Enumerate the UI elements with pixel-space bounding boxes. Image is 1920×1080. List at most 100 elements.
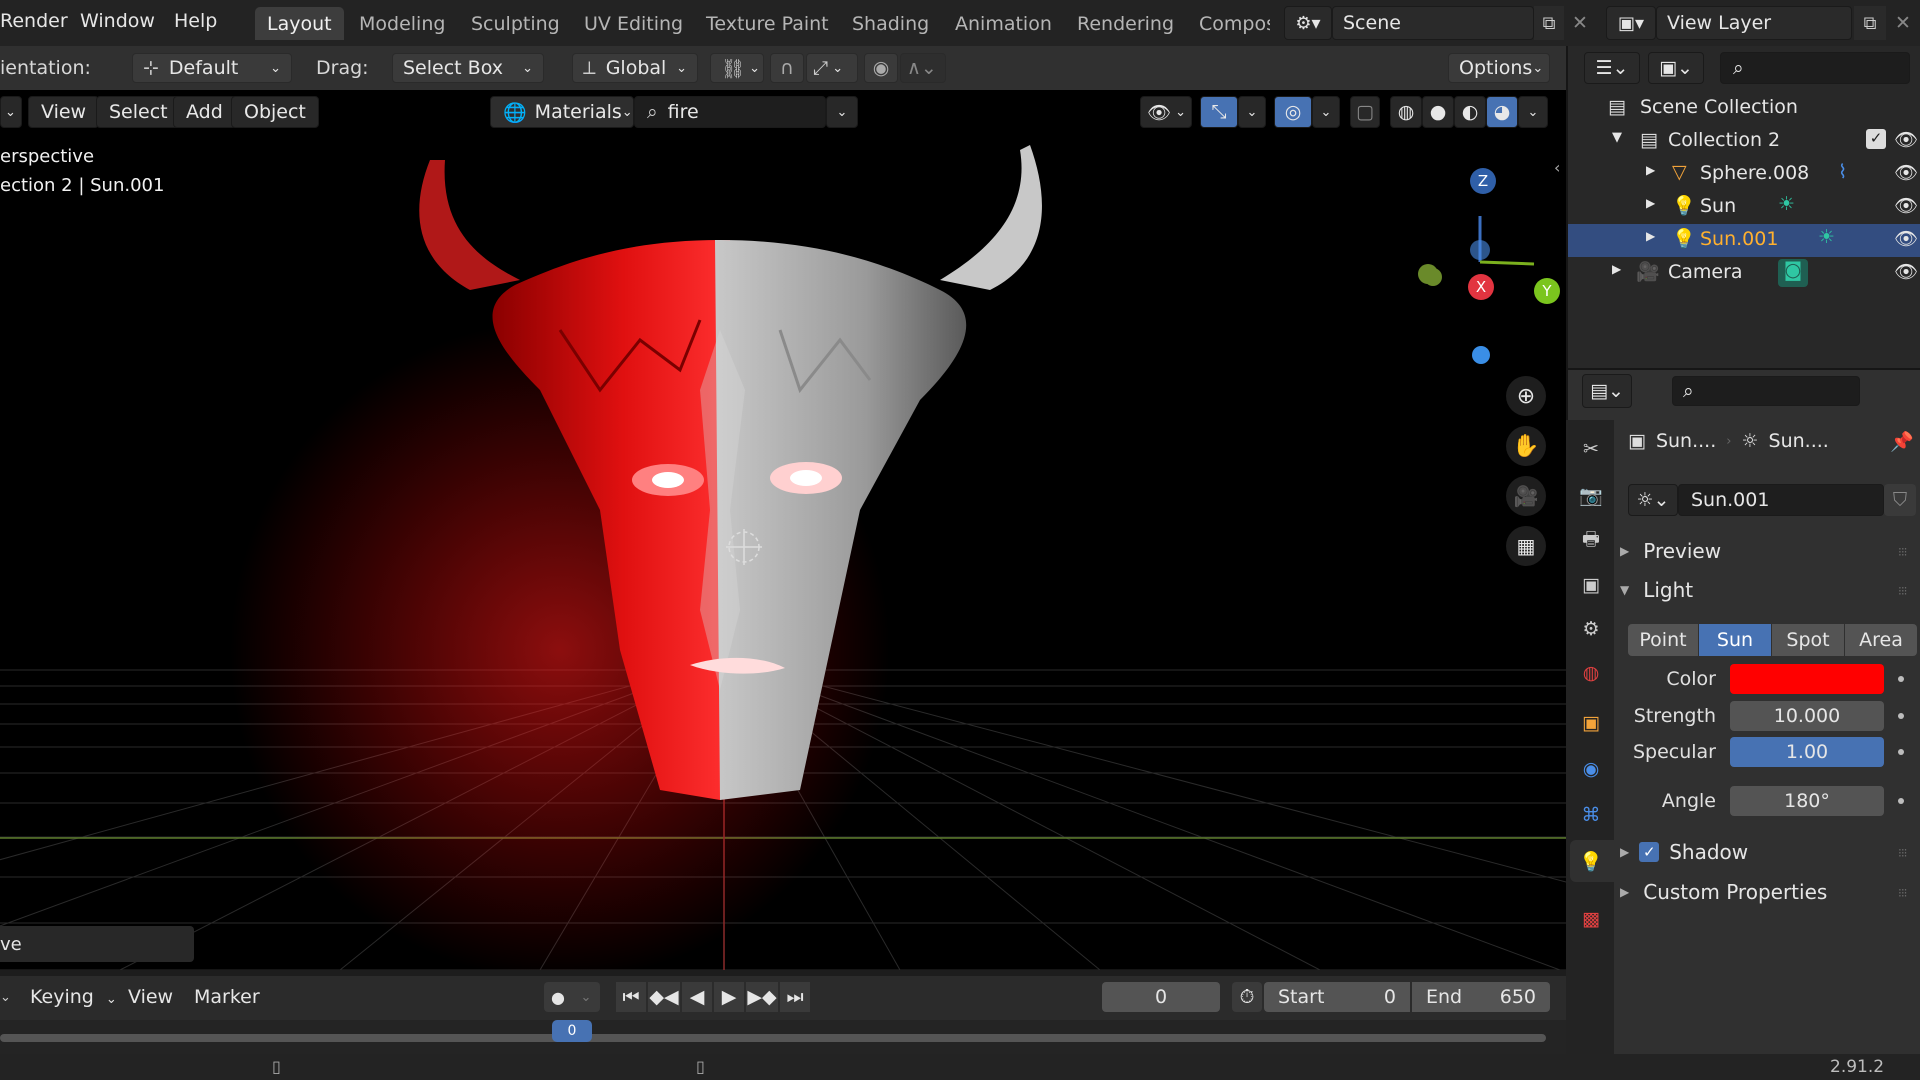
tab-texture-paint[interactable]: Texture Paint bbox=[694, 7, 841, 40]
menu-window[interactable]: Window bbox=[80, 10, 155, 32]
drag-grip[interactable]: ⁝⁝⁝ bbox=[1898, 584, 1908, 598]
timeline-view-menu[interactable]: View bbox=[128, 986, 173, 1008]
view-menu[interactable]: View bbox=[28, 96, 100, 128]
jump-end-button[interactable]: ⏭ bbox=[780, 982, 810, 1012]
exclude-checkbox[interactable]: ✓ bbox=[1866, 129, 1886, 149]
material-search-input[interactable]: ⌕ fire bbox=[634, 96, 826, 128]
strength-field[interactable]: 10.000 bbox=[1730, 701, 1884, 731]
tab-rendering[interactable]: Rendering bbox=[1065, 7, 1186, 40]
play-reverse-button[interactable]: ◀ bbox=[682, 982, 712, 1012]
material-shading-button[interactable]: ◐ bbox=[1454, 96, 1486, 128]
shading-dropdown[interactable]: ⌄ bbox=[1518, 96, 1548, 128]
add-menu[interactable]: Add bbox=[173, 96, 236, 128]
light-data-browse[interactable]: ☼⌄ bbox=[1628, 484, 1678, 516]
keyframe-dot[interactable] bbox=[1898, 749, 1904, 755]
jump-start-button[interactable]: ⏮ bbox=[616, 982, 646, 1012]
menu-help[interactable]: Help bbox=[174, 10, 217, 32]
delete-scene-button[interactable]: ✕ bbox=[1566, 6, 1594, 40]
light-data-name-field[interactable]: Sun.001 bbox=[1678, 484, 1884, 516]
angle-field[interactable]: 180° bbox=[1730, 786, 1884, 816]
eye-icon[interactable]: 👁 bbox=[1894, 128, 1918, 151]
keyframe-dot[interactable] bbox=[1898, 713, 1904, 719]
outliner-row-sphere[interactable]: ▶ ▽ Sphere.008 ⌇ 👁 bbox=[1568, 158, 1920, 191]
playhead[interactable]: 0 bbox=[552, 1020, 592, 1042]
view-layer-name-field[interactable]: View Layer bbox=[1656, 6, 1852, 40]
next-keyframe-button[interactable]: ▶◆ bbox=[746, 982, 778, 1012]
snap-target-dropdown[interactable]: ⤢ ⌄ bbox=[806, 53, 858, 83]
gizmo-neg-y-axis[interactable] bbox=[1424, 268, 1442, 286]
eye-icon[interactable]: 👁 bbox=[1894, 161, 1918, 184]
scene-name-field[interactable]: Scene bbox=[1332, 6, 1534, 40]
frame-ruler[interactable]: 0 bbox=[0, 1020, 1566, 1054]
gizmo-neg-z-axis[interactable] bbox=[1472, 346, 1490, 364]
drag-grip[interactable]: ⁝⁝⁝ bbox=[1898, 886, 1908, 900]
properties-search-input[interactable]: ⌕ bbox=[1672, 376, 1860, 406]
tab-uv-editing[interactable]: UV Editing bbox=[572, 7, 695, 40]
editor-type-button[interactable]: ⌄ bbox=[0, 96, 22, 128]
camera-view-button[interactable]: 🎥 bbox=[1506, 476, 1546, 516]
preview-panel-header[interactable]: ▶ Preview bbox=[1620, 533, 1920, 569]
outliner-row-camera[interactable]: ▶ 🎥 Camera ◙ 👁 bbox=[1568, 257, 1920, 290]
eye-icon[interactable]: 👁 bbox=[1894, 260, 1918, 283]
new-scene-button[interactable]: ⧉ bbox=[1534, 6, 1564, 40]
light-panel-header[interactable]: ▼ Light bbox=[1620, 572, 1920, 608]
object-menu[interactable]: Object bbox=[231, 96, 319, 128]
tab-object[interactable]: ▣ bbox=[1576, 708, 1606, 738]
outliner-row-scene-collection[interactable]: ▤ Scene Collection bbox=[1568, 92, 1920, 125]
gizmo-dropdown[interactable]: ⌄ bbox=[1238, 96, 1266, 128]
marker-menu[interactable]: Marker bbox=[194, 986, 260, 1008]
delete-view-layer-button[interactable]: ✕ bbox=[1888, 6, 1918, 40]
autokey-toggle[interactable]: ● bbox=[544, 982, 572, 1012]
tab-constraints[interactable]: ⌘ bbox=[1576, 800, 1606, 830]
outliner-row-sun-001[interactable]: ▶ 💡 Sun.001 ☀ 👁 bbox=[1568, 224, 1920, 257]
custom-properties-panel-header[interactable]: ▶ Custom Properties bbox=[1620, 874, 1920, 910]
tab-scene[interactable]: ⚙ bbox=[1576, 614, 1606, 644]
drag-dropdown[interactable]: Select Box ⌄ bbox=[392, 53, 544, 83]
zoom-button[interactable]: ⊕ bbox=[1506, 376, 1546, 416]
rendered-shading-button[interactable]: ◕ bbox=[1486, 96, 1518, 128]
tab-layout[interactable]: Layout bbox=[255, 7, 344, 40]
tab-compositing[interactable]: Compos bbox=[1187, 7, 1270, 40]
outliner-filter-dropdown[interactable]: ▣⌄ bbox=[1648, 52, 1704, 84]
snap-toggle[interactable]: ∩ bbox=[770, 53, 804, 83]
tab-shading[interactable]: Shading bbox=[840, 7, 941, 40]
proportional-edit-toggle[interactable]: ◉ bbox=[864, 53, 898, 83]
menu-render[interactable]: Render bbox=[0, 10, 68, 32]
eye-icon[interactable]: 👁 bbox=[1894, 227, 1918, 250]
specular-slider[interactable]: 1.00 bbox=[1730, 737, 1884, 767]
ortho-toggle-button[interactable]: ▦ bbox=[1506, 526, 1546, 566]
shadow-panel-header[interactable]: ▶ ✓ Shadow bbox=[1620, 834, 1920, 870]
tab-render[interactable]: 📷 bbox=[1576, 480, 1606, 510]
material-filter-dropdown[interactable]: 🌐 Materials ⌄ bbox=[490, 96, 634, 128]
timeline-editor-type[interactable]: ⌄ bbox=[0, 982, 18, 1012]
play-button[interactable]: ▶ bbox=[714, 982, 744, 1012]
outliner-display-mode[interactable]: ☰⌄ bbox=[1584, 52, 1640, 84]
pan-button[interactable]: ✋ bbox=[1506, 426, 1546, 466]
select-menu[interactable]: Select bbox=[96, 96, 181, 128]
drag-grip[interactable]: ⁝⁝⁝ bbox=[1898, 545, 1908, 559]
overlays-dropdown[interactable]: ⌄ bbox=[1312, 96, 1340, 128]
scene-browse-button[interactable]: ⚙▾ bbox=[1284, 6, 1332, 40]
last-operator-panel[interactable]: ve bbox=[0, 926, 194, 962]
tab-light-data[interactable]: 💡 bbox=[1576, 846, 1606, 876]
end-frame-field[interactable]: End 650 bbox=[1412, 982, 1550, 1012]
keyframe-dot[interactable] bbox=[1898, 676, 1904, 682]
expand-right-icon[interactable]: ▶ bbox=[1646, 196, 1655, 210]
3d-viewport[interactable]: ⌄ View Select Add Object 🌐 Materials ⌄ ⌕… bbox=[0, 90, 1566, 970]
light-type-area[interactable]: Area bbox=[1845, 624, 1917, 656]
gizmo-z-axis[interactable]: Z bbox=[1470, 168, 1496, 194]
gizmo-toggle[interactable]: ⤡ bbox=[1200, 96, 1238, 128]
tab-physics[interactable]: ◉ bbox=[1576, 754, 1606, 784]
pivot-dropdown[interactable]: ⛓ ⌄ bbox=[710, 53, 764, 83]
pin-icon[interactable]: 📌 bbox=[1890, 430, 1914, 453]
light-type-sun[interactable]: Sun bbox=[1699, 624, 1771, 656]
expand-down-icon[interactable]: ▼ bbox=[1612, 130, 1622, 145]
xray-toggle[interactable]: ▢ bbox=[1350, 96, 1380, 128]
autokey-dropdown[interactable]: ⌄ bbox=[572, 982, 600, 1012]
expand-right-icon[interactable]: ▶ bbox=[1646, 163, 1655, 177]
gizmo-y-axis[interactable]: Y bbox=[1534, 278, 1560, 304]
gizmo-x-axis[interactable]: X bbox=[1468, 274, 1494, 300]
transform-orientation-dropdown[interactable]: ⟂ Global ⌄ bbox=[572, 53, 698, 83]
visibility-dropdown[interactable]: 👁 ⌄ bbox=[1140, 96, 1192, 128]
preview-range-toggle[interactable]: ⏱ bbox=[1232, 982, 1262, 1012]
